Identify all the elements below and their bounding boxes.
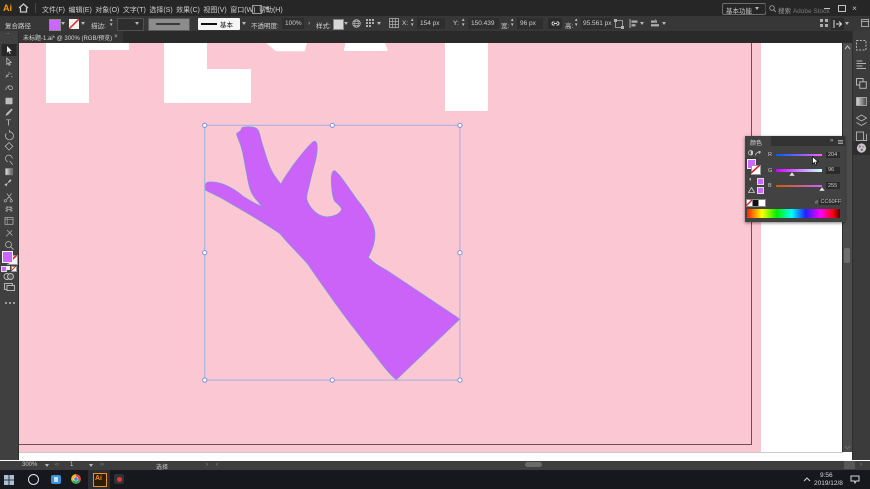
svg-text:T: T [6,118,11,128]
